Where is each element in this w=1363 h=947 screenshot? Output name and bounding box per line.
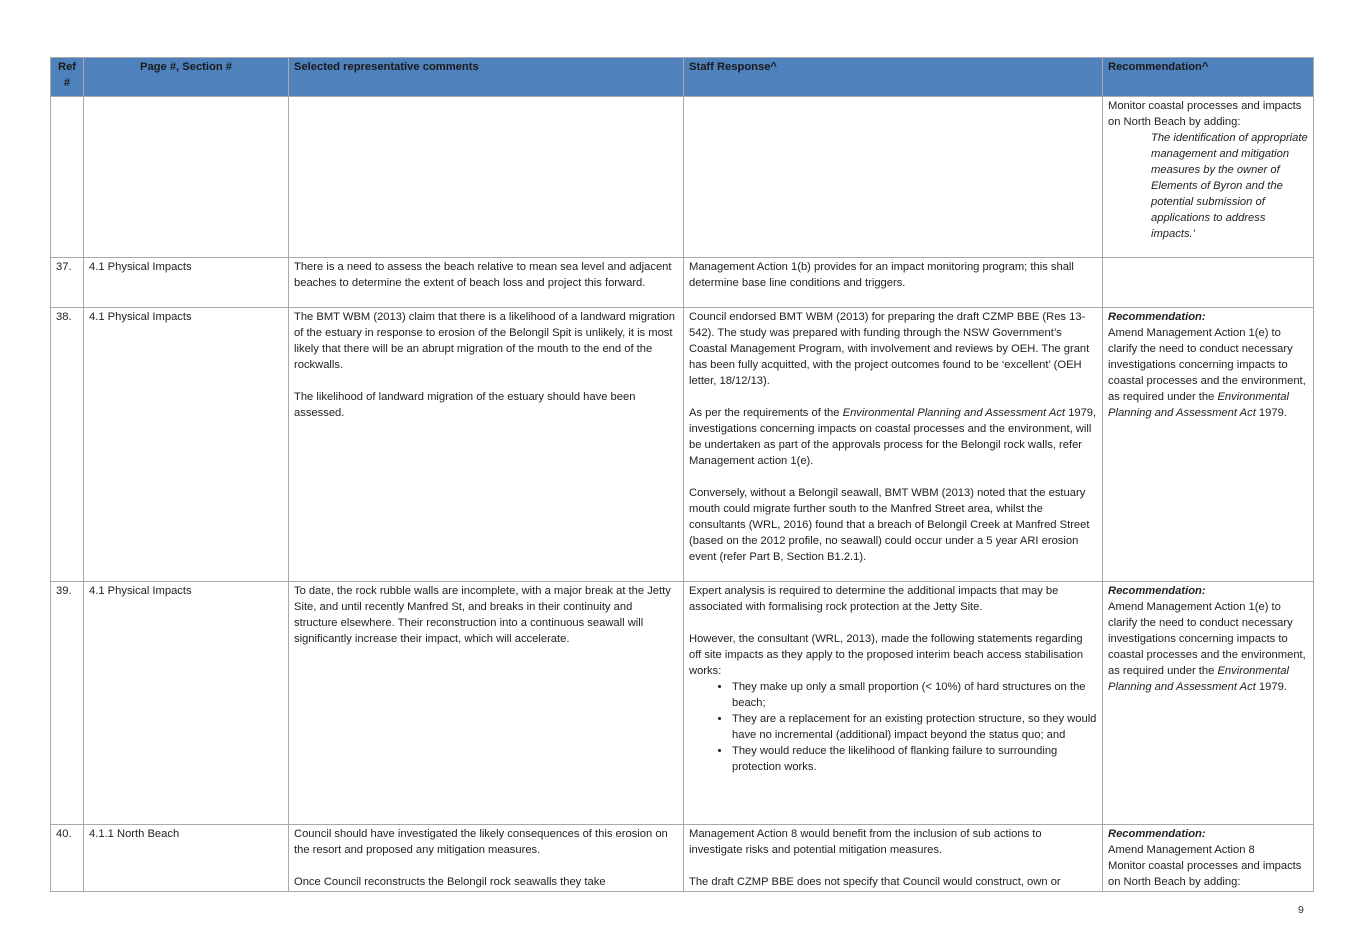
list-item: They would reduce the likelihood of flan… bbox=[731, 743, 1097, 775]
comment-cell bbox=[288, 96, 684, 258]
comment-paragraph: The likelihood of landward migration of … bbox=[294, 391, 636, 419]
staff-paragraph: Conversely, without a Belongil seawall, … bbox=[689, 487, 1090, 563]
header-ref: Ref # bbox=[50, 57, 84, 97]
rec-quote: The identification of appropriate manage… bbox=[1151, 132, 1308, 240]
staff-cell: Management Action 1(b) provides for an i… bbox=[683, 257, 1103, 308]
ref-cell: 38. bbox=[50, 307, 84, 582]
rec-label: Recommendation: bbox=[1108, 585, 1206, 597]
list-item: They are a replacement for an existing p… bbox=[731, 711, 1097, 743]
header-row: Ref # Page #, Section # Selected represe… bbox=[50, 57, 1314, 97]
bullet-list: They make up only a small proportion (< … bbox=[689, 679, 1097, 775]
ref-cell: 40. bbox=[50, 824, 84, 892]
staff-cell bbox=[683, 96, 1103, 258]
page-number: 9 bbox=[1298, 904, 1304, 916]
rec-text: Amend Management Action 1(e) to clarify … bbox=[1108, 601, 1306, 693]
page-cell: 4.1.1 North Beach bbox=[83, 824, 289, 892]
rec-text: Monitor coastal processes and impacts on… bbox=[1108, 860, 1302, 888]
rec-intro: Monitor coastal processes and impacts on… bbox=[1108, 100, 1302, 128]
recommendation-cell: Recommendation: Amend Management Action … bbox=[1102, 307, 1314, 582]
staff-paragraph: Management Action 8 would benefit from t… bbox=[689, 828, 1042, 856]
staff-paragraph: Council endorsed BMT WBM (2013) for prep… bbox=[689, 311, 1090, 387]
comment-cell: The BMT WBM (2013) claim that there is a… bbox=[288, 307, 684, 582]
comment-cell: Council should have investigated the lik… bbox=[288, 824, 684, 892]
rec-text: Amend Management Action 8 bbox=[1108, 844, 1255, 856]
ref-cell: 37. bbox=[50, 257, 84, 308]
recommendation-cell: Recommendation: Amend Management Action … bbox=[1102, 824, 1314, 892]
table-row-40: 40. 4.1.1 North Beach Council should hav… bbox=[50, 824, 1314, 892]
staff-cell: Management Action 8 would benefit from t… bbox=[683, 824, 1103, 892]
ref-cell bbox=[50, 96, 84, 258]
comment-paragraph: Council should have investigated the lik… bbox=[294, 828, 668, 856]
header-staff-response: Staff Response^ bbox=[683, 57, 1103, 97]
rec-text: Amend Management Action 1(e) to clarify … bbox=[1108, 327, 1306, 419]
staff-cell: Council endorsed BMT WBM (2013) for prep… bbox=[683, 307, 1103, 582]
page-cell: 4.1 Physical Impacts bbox=[83, 257, 289, 308]
table-row-37: 37. 4.1 Physical Impacts There is a need… bbox=[50, 257, 1314, 308]
staff-paragraph: However, the consultant (WRL, 2013), mad… bbox=[689, 633, 1084, 677]
list-item: They make up only a small proportion (< … bbox=[731, 679, 1097, 711]
recommendation-cell bbox=[1102, 257, 1314, 308]
comment-cell: There is a need to assess the beach rela… bbox=[288, 257, 684, 308]
header-comments: Selected representative comments bbox=[288, 57, 684, 97]
staff-paragraph: The draft CZMP BBE does not specify that… bbox=[689, 876, 1061, 888]
staff-cell: Expert analysis is required to determine… bbox=[683, 581, 1103, 825]
comment-paragraph: The BMT WBM (2013) claim that there is a… bbox=[294, 311, 675, 371]
staff-paragraph: As per the requirements of the Environme… bbox=[689, 407, 1097, 467]
recommendation-cell: Recommendation: Amend Management Action … bbox=[1102, 581, 1314, 825]
submissions-table: Ref # Page #, Section # Selected represe… bbox=[50, 57, 1314, 892]
comment-paragraph: Once Council reconstructs the Belongil r… bbox=[294, 876, 606, 888]
recommendation-cell: Monitor coastal processes and impacts on… bbox=[1102, 96, 1314, 258]
staff-paragraph: Expert analysis is required to determine… bbox=[689, 585, 1059, 613]
ref-cell: 39. bbox=[50, 581, 84, 825]
rec-label: Recommendation: bbox=[1108, 311, 1206, 323]
page-cell: 4.1 Physical Impacts bbox=[83, 307, 289, 582]
table-row-38: 38. 4.1 Physical Impacts The BMT WBM (20… bbox=[50, 307, 1314, 582]
table-row-39: 39. 4.1 Physical Impacts To date, the ro… bbox=[50, 581, 1314, 825]
page-cell bbox=[83, 96, 289, 258]
table-row-continued: Monitor coastal processes and impacts on… bbox=[50, 96, 1314, 258]
header-page-section: Page #, Section # bbox=[83, 57, 289, 97]
comment-cell: To date, the rock rubble walls are incom… bbox=[288, 581, 684, 825]
rec-label: Recommendation: bbox=[1108, 828, 1206, 840]
header-recommendation: Recommendation^ bbox=[1102, 57, 1314, 97]
page-cell: 4.1 Physical Impacts bbox=[83, 581, 289, 825]
